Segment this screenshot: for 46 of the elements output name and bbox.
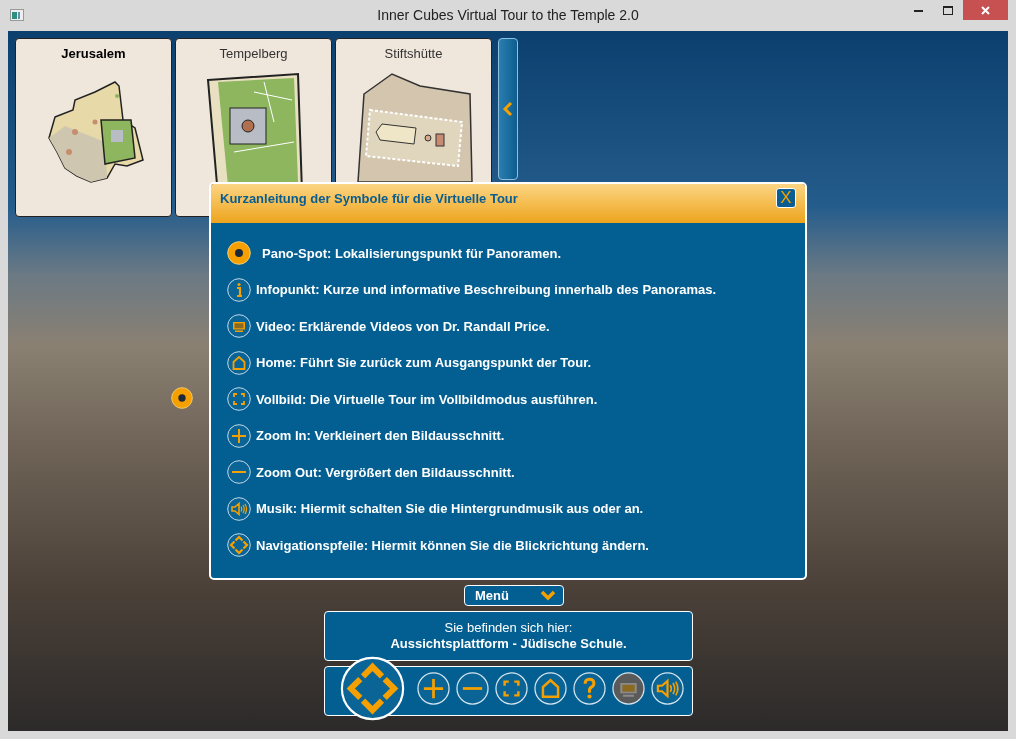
speaker-icon (227, 496, 251, 521)
symbol-description: Zoom In: Verkleinert den Bildausschnitt. (256, 427, 505, 445)
arrows-button[interactable] (340, 655, 405, 721)
symbol-description: Video: Erklärende Videos von Dr. Randall Price. (256, 317, 550, 336)
home-icon (534, 671, 567, 705)
home-button[interactable] (534, 671, 567, 705)
app-icon (10, 9, 24, 21)
speaker-icon (651, 671, 684, 705)
symbol-description: Vollbild: Die Virtuelle Tour im Vollbildmodus ausführen. (256, 390, 598, 409)
home-icon (227, 350, 251, 375)
monitor-icon (227, 314, 251, 339)
symbol-description: Musik: Hiermit schalten Sie die Hintergrundmusik aus oder an. (256, 500, 644, 518)
location-caption: Sie befinden sich hier: (444, 620, 573, 636)
monitor-icon (612, 671, 645, 705)
arrows-icon (227, 533, 251, 558)
symbol-description: Zoom Out: Vergrößert den Bildausschnitt. (256, 463, 515, 482)
info-icon (227, 277, 251, 302)
window-title: Inner Cubes Virtual Tour to the Temple 2.0 (377, 6, 639, 25)
close-button[interactable] (963, 0, 1008, 20)
fullscreen-icon (495, 671, 528, 705)
zoom-out-icon (456, 671, 489, 705)
chevron-down-icon (539, 590, 556, 601)
zoom-in-button[interactable] (417, 671, 450, 705)
pano-spot-marker-icon[interactable] (171, 387, 193, 409)
speaker-button[interactable] (651, 671, 684, 705)
zoom-out-icon (227, 460, 251, 485)
zoom-out-button[interactable] (456, 671, 489, 705)
location-name: Aussichtsplattform - Jüdische Schule. (390, 636, 627, 652)
pano-spot-icon (227, 241, 251, 266)
zoom-in-icon (417, 671, 450, 705)
menu-button[interactable]: Menü (464, 585, 564, 606)
help-icon (573, 671, 606, 705)
close-icon (981, 5, 990, 15)
chevron-left-icon (502, 101, 514, 117)
symbol-description: Navigationspfeile: Hiermit können Sie die Blickrichtung ändern. (256, 536, 649, 555)
fullscreen-button[interactable] (495, 671, 528, 705)
zoom-in-icon (227, 423, 251, 448)
panel-collapse-tab[interactable] (498, 38, 518, 180)
map-card[interactable]: Jerusalem (15, 38, 172, 217)
help-button[interactable] (573, 671, 606, 705)
fullscreen-icon (227, 387, 251, 412)
symbol-description: Home: Führt Sie zurück zum Ausgangspunkt der Tour. (256, 354, 592, 372)
symbol-description: Infopunkt: Kurze und informative Beschreibung innerhalb des Panoramas. (256, 281, 717, 299)
symbol-description: Pano-Spot: Lokalisierungspunkt für Panoramen. (261, 244, 562, 263)
maximize-icon (943, 5, 953, 15)
minimize-icon (913, 8, 923, 12)
